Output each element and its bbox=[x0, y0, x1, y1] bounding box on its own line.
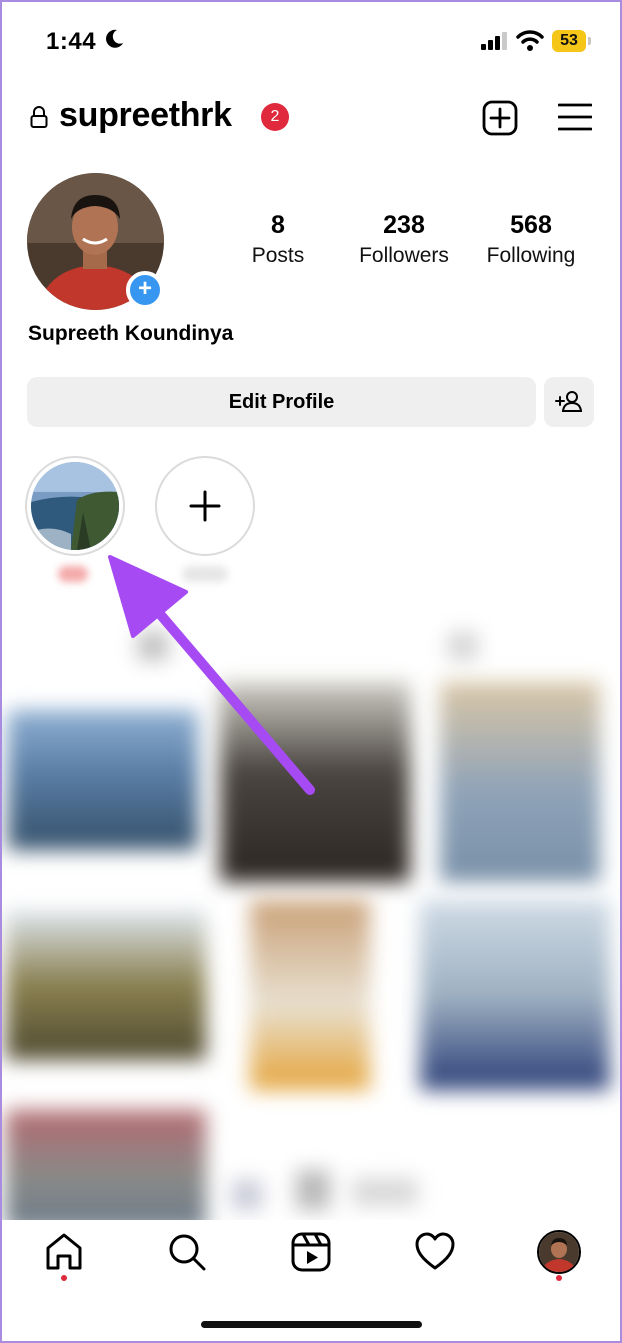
plus-icon bbox=[189, 490, 221, 522]
following-count: 568 bbox=[510, 211, 552, 239]
posts-grid-blurred bbox=[0, 610, 622, 1220]
status-time: 1:44 bbox=[46, 28, 97, 55]
lock-icon bbox=[30, 106, 48, 128]
posts-label: Posts bbox=[251, 244, 305, 267]
search-icon[interactable] bbox=[165, 1230, 209, 1274]
grid-post[interactable] bbox=[420, 900, 610, 1090]
new-post-icon[interactable] bbox=[482, 100, 518, 136]
stat-following[interactable]: 568 Following bbox=[466, 211, 596, 268]
home-indicator bbox=[201, 1321, 422, 1328]
moon-icon bbox=[106, 29, 123, 48]
add-person-icon bbox=[555, 391, 583, 412]
grid-post[interactable] bbox=[352, 1178, 418, 1206]
home-icon[interactable] bbox=[42, 1230, 86, 1274]
highlight-label-blurred bbox=[58, 566, 88, 582]
profile-header: supreethrk 2 bbox=[0, 96, 622, 140]
discover-people-button[interactable] bbox=[544, 377, 594, 427]
profile-stats: 8 Posts 238 Followers 568 Following bbox=[215, 211, 595, 271]
grid-post[interactable] bbox=[440, 682, 600, 882]
edit-profile-button[interactable]: Edit Profile bbox=[27, 377, 536, 427]
tagged-tab-icon bbox=[448, 632, 478, 660]
add-story-button[interactable]: + bbox=[126, 271, 164, 309]
grid-post[interactable] bbox=[6, 910, 206, 1060]
stat-followers[interactable]: 238 Followers bbox=[339, 211, 469, 268]
following-label: Following bbox=[486, 244, 576, 267]
reels-icon[interactable] bbox=[289, 1230, 333, 1274]
grid-post[interactable] bbox=[6, 1110, 206, 1220]
notification-badge: 2 bbox=[261, 103, 289, 131]
grid-post[interactable] bbox=[232, 1180, 262, 1210]
home-notification-dot bbox=[61, 1275, 67, 1281]
story-highlight[interactable] bbox=[25, 456, 125, 556]
grid-post[interactable] bbox=[296, 1170, 330, 1210]
wifi-icon bbox=[516, 30, 544, 51]
battery-level: 53 bbox=[552, 30, 586, 52]
followers-count: 238 bbox=[383, 211, 425, 239]
profile-avatar[interactable]: + bbox=[27, 173, 164, 310]
posts-count: 8 bbox=[271, 211, 285, 239]
heart-icon[interactable] bbox=[413, 1230, 457, 1274]
hamburger-menu-icon[interactable] bbox=[558, 102, 592, 132]
profile-notification-dot bbox=[556, 1275, 562, 1281]
new-highlight-button[interactable] bbox=[155, 456, 255, 556]
followers-label: Followers bbox=[359, 244, 449, 267]
grid-post[interactable] bbox=[250, 900, 370, 1090]
status-bar: 1:44 53 bbox=[0, 24, 622, 60]
new-highlight-label-blurred bbox=[182, 566, 228, 582]
profile-tab-avatar[interactable] bbox=[537, 1230, 581, 1274]
display-name: Supreeth Koundinya bbox=[28, 322, 234, 345]
grid-post[interactable] bbox=[8, 710, 198, 850]
grid-post[interactable] bbox=[220, 682, 410, 882]
highlight-cover bbox=[31, 462, 119, 550]
battery-indicator: 53 bbox=[552, 30, 592, 52]
cellular-signal-icon bbox=[481, 32, 507, 50]
account-switcher[interactable]: supreethrk bbox=[59, 96, 232, 135]
stat-posts[interactable]: 8 Posts bbox=[213, 211, 343, 268]
grid-tab-icon bbox=[138, 632, 168, 660]
